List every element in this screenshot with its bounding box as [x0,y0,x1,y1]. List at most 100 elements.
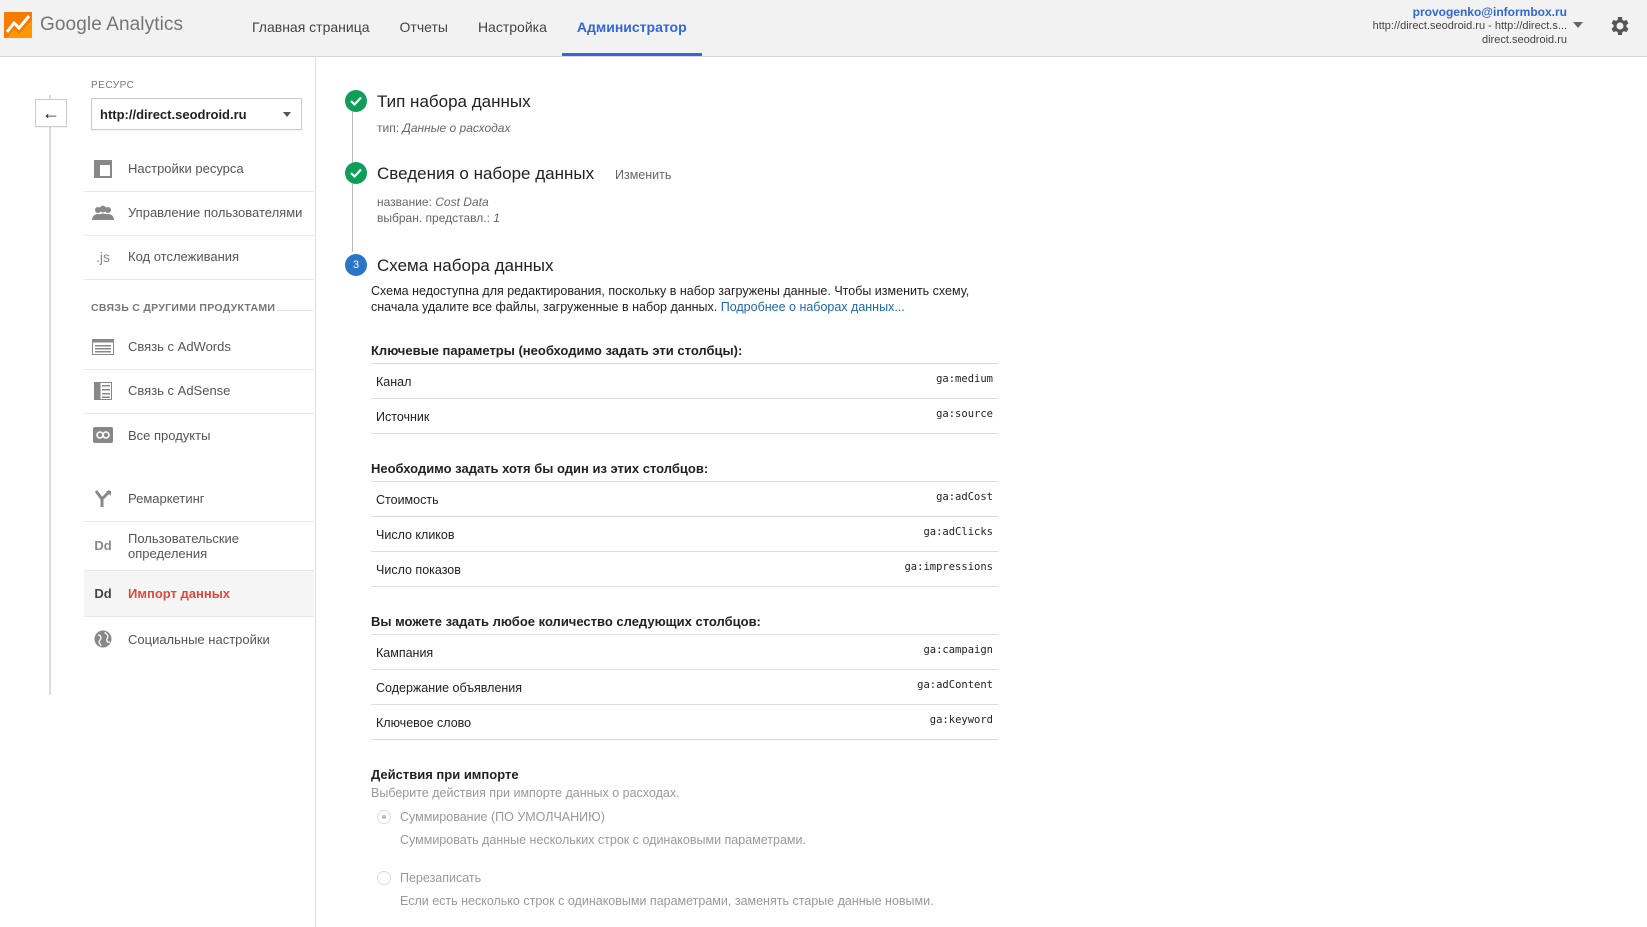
nav-home[interactable]: Главная страница [237,0,385,54]
admin-sidebar: РЕСУРС http://direct.seodroid.ru Настрой… [84,56,316,927]
users-icon [91,201,115,225]
table-row: Число показов ga:impressions [371,551,998,587]
table-row: Содержание объявления ga:adContent [371,669,998,704]
step-1-title: Тип набора данных [377,92,531,111]
resource-select[interactable]: http://direct.seodroid.ru [91,98,302,130]
google-analytics-logo[interactable]: Google Analytics [4,12,183,38]
step-1-subtitle: тип: Данные о расходах [377,121,510,135]
step-3-title: Схема набора данных [377,256,554,275]
column-name: Кампания [376,646,434,660]
schema-description: Схема недоступна для редактирования, пос… [371,284,991,315]
data-import-icon: Dd [94,586,112,601]
step-2-name-value: Cost Data [435,195,489,209]
sidebar-item-data-import[interactable]: Dd Импорт данных [84,571,314,617]
step-1-type-value: Данные о расходах [402,121,511,135]
sidebar-item-label: Все продукты [128,427,211,443]
all-products-icon [91,423,115,447]
back-timeline [49,95,51,695]
top-navigation: Главная страница Отчеты Настройка Админи… [237,0,702,56]
gear-icon[interactable] [1608,14,1632,38]
change-link[interactable]: Изменить [615,168,671,182]
back-button[interactable]: ← [35,99,67,127]
column-name: Ключевое слово [376,716,472,730]
step-1-type-label: тип: [377,121,400,135]
table-row: Число кликов ga:adClicks [371,516,998,551]
column-code: ga:keyword [929,714,993,726]
logo-text: Google Analytics [40,14,184,35]
sidebar-item-label: Пользовательские определения [128,530,240,561]
column-name: Источник [376,410,430,424]
nav-admin[interactable]: Администратор [561,0,702,56]
arrow-left-icon: ← [42,102,60,123]
radio-overwrite-desc: Если есть несколько строк с одинаковыми … [400,894,934,908]
sidebar-item-label: Социальные настройки [128,631,270,647]
resource-value: http://direct.seodroid.ru [100,107,247,122]
step-2-views: выбран. представл.: 1 [377,211,500,225]
adwords-icon [91,335,115,359]
column-name: Число кликов [376,528,455,542]
top-header: Google Analytics Главная страница Отчеты… [0,0,1647,57]
analytics-logo-icon [4,12,32,38]
chevron-down-icon[interactable] [1573,22,1583,28]
custom-definitions-icon: Dd [94,538,112,553]
sidebar-item-custom-definitions[interactable]: Dd Пользовательские определения [84,521,314,571]
resource-label: РЕСУРС [91,80,135,91]
column-name: Стоимость [376,493,439,507]
column-name: Канал [376,375,412,389]
sidebar-item-property-settings[interactable]: Настройки ресурса [84,146,314,192]
sidebar-item-remarketing[interactable]: Ремаркетинг [84,476,314,522]
column-code: ga:adContent [917,679,993,691]
table-row: Источник ga:source [371,398,998,434]
table-row: Канал ga:medium [371,363,998,398]
radio-overwrite-label: Перезаписать [400,871,482,885]
js-icon: .js [96,248,110,265]
any-columns-table: Кампания ga:campaign Содержание объявлени… [371,634,998,740]
key-columns-table: Канал ga:medium Источник ga:source [371,363,998,434]
divider [277,310,313,311]
any-columns-title: Вы можете задать любое количество следую… [371,614,761,629]
column-name: Число показов [376,563,461,577]
remarketing-icon [91,487,115,511]
sidebar-item-adsense[interactable]: Связь с AdSense [84,368,314,414]
sidebar-item-all-products[interactable]: Все продукты [84,412,314,458]
nav-customization[interactable]: Настройка [463,0,562,54]
account-view: direct.seodroid.ru [1482,34,1567,46]
sidebar-item-label: Управление пользователями [128,205,303,220]
step-2-views-label: выбран. представл.: [377,211,490,225]
sidebar-item-adwords[interactable]: Связь с AdWords [84,324,314,370]
radio-sum-label: Суммирование (ПО УМОЛЧАНИЮ) [400,810,605,824]
column-code: ga:medium [936,373,993,385]
globe-icon [91,627,115,651]
import-actions-title: Действия при импорте [371,767,519,782]
sidebar-item-label: Связь с AdWords [128,339,231,354]
sidebar-item-social-settings[interactable]: Социальные настройки [84,616,314,662]
nav-reports[interactable]: Отчеты [385,0,463,54]
column-code: ga:adCost [936,491,993,503]
table-row: Ключевое слово ga:keyword [371,704,998,740]
radio-sum-desc: Суммировать данные нескольких строк с од… [400,833,806,847]
sidebar-item-label: Связь с AdSense [128,383,231,398]
column-code: ga:adClicks [923,526,993,538]
sidebar-item-tracking-code[interactable]: .js Код отслеживания [84,234,314,280]
step-3-number: 3 [345,254,367,276]
sidebar-item-label: Ремаркетинг [128,491,205,506]
step-2-views-value: 1 [493,211,500,225]
radio-overwrite[interactable] [377,871,391,885]
atleast-columns-table: Стоимость ga:adCost Число кликов ga:adClic… [371,481,998,587]
property-settings-icon [91,157,115,181]
sidebar-item-label: Код отслеживания [128,249,240,264]
account-switcher[interactable]: provogenko@informbox.ru http://direct.se… [1373,5,1567,47]
radio-sum[interactable] [377,810,391,824]
step-2-name-label: название: [377,195,432,209]
section-product-linking: СВЯЗЬ С ДРУГИМИ ПРОДУКТАМИ [91,302,276,314]
check-icon [345,162,367,184]
learn-more-link[interactable]: Подробнее о наборах данных... [721,300,905,314]
adsense-icon [91,379,115,403]
atleast-columns-title: Необходимо задать хотя бы один из этих с… [371,461,709,476]
table-row: Стоимость ga:adCost [371,481,998,516]
account-property: http://direct.seodroid.ru - http://direc… [1372,20,1567,32]
column-name: Содержание объявления [376,681,523,695]
step-2-name: название: Cost Data [377,195,489,209]
sidebar-item-user-management[interactable]: Управление пользователями [84,190,314,236]
sidebar-item-label: Настройки ресурса [128,161,244,176]
